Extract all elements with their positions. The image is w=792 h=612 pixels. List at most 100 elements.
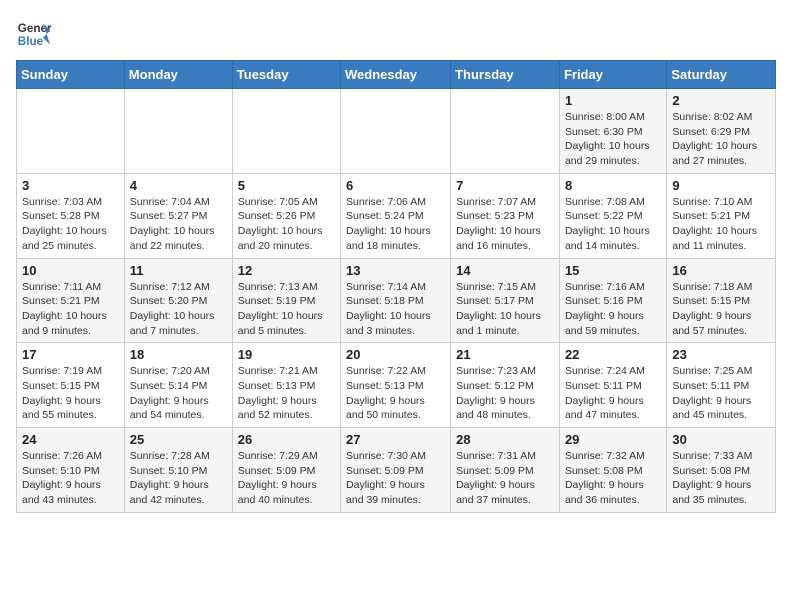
day-info: Sunrise: 7:33 AM Sunset: 5:08 PM Dayligh… (672, 449, 770, 508)
day-info: Sunrise: 7:28 AM Sunset: 5:10 PM Dayligh… (130, 449, 227, 508)
calendar-cell: 16 Sunrise: 7:18 AM Sunset: 5:15 PM Dayli… (667, 258, 776, 343)
calendar-cell: 25 Sunrise: 7:28 AM Sunset: 5:10 PM Dayli… (124, 428, 232, 513)
day-info: Sunrise: 7:05 AM Sunset: 5:26 PM Dayligh… (238, 195, 335, 254)
day-number: 8 (565, 178, 661, 193)
day-header-tuesday: Tuesday (232, 61, 340, 89)
calendar-week-row: 24 Sunrise: 7:26 AM Sunset: 5:10 PM Dayli… (17, 428, 776, 513)
day-number: 3 (22, 178, 119, 193)
day-info: Sunrise: 7:25 AM Sunset: 5:11 PM Dayligh… (672, 364, 770, 423)
day-info: Sunrise: 7:31 AM Sunset: 5:09 PM Dayligh… (456, 449, 554, 508)
day-info: Sunrise: 7:07 AM Sunset: 5:23 PM Dayligh… (456, 195, 554, 254)
day-number: 24 (22, 432, 119, 447)
day-info: Sunrise: 7:21 AM Sunset: 5:13 PM Dayligh… (238, 364, 335, 423)
day-number: 14 (456, 263, 554, 278)
day-number: 9 (672, 178, 770, 193)
calendar-cell: 5Sunrise: 7:05 AM Sunset: 5:26 PM Daylig… (232, 173, 340, 258)
day-number: 23 (672, 347, 770, 362)
calendar-week-row: 3 Sunrise: 7:03 AM Sunset: 5:28 PM Daylig… (17, 173, 776, 258)
day-info: Sunrise: 7:08 AM Sunset: 5:22 PM Dayligh… (565, 195, 661, 254)
day-number: 27 (346, 432, 445, 447)
day-info: Sunrise: 7:14 AM Sunset: 5:18 PM Dayligh… (346, 280, 445, 339)
day-number: 18 (130, 347, 227, 362)
calendar-cell (124, 89, 232, 174)
day-header-thursday: Thursday (451, 61, 560, 89)
day-info: Sunrise: 7:32 AM Sunset: 5:08 PM Dayligh… (565, 449, 661, 508)
day-number: 17 (22, 347, 119, 362)
calendar-cell (232, 89, 340, 174)
day-info: Sunrise: 7:20 AM Sunset: 5:14 PM Dayligh… (130, 364, 227, 423)
day-number: 2 (672, 93, 770, 108)
day-header-wednesday: Wednesday (341, 61, 451, 89)
day-info: Sunrise: 7:15 AM Sunset: 5:17 PM Dayligh… (456, 280, 554, 339)
day-header-friday: Friday (559, 61, 666, 89)
calendar-cell: 13 Sunrise: 7:14 AM Sunset: 5:18 PM Dayli… (341, 258, 451, 343)
day-info: Sunrise: 7:13 AM Sunset: 5:19 PM Dayligh… (238, 280, 335, 339)
day-info: Sunrise: 7:26 AM Sunset: 5:10 PM Dayligh… (22, 449, 119, 508)
header: General Blue (16, 16, 776, 52)
calendar-cell: 26Sunrise: 7:29 AM Sunset: 5:09 PM Dayli… (232, 428, 340, 513)
day-number: 20 (346, 347, 445, 362)
day-header-saturday: Saturday (667, 61, 776, 89)
calendar-cell: 4 Sunrise: 7:04 AM Sunset: 5:27 PM Daylig… (124, 173, 232, 258)
day-info: Sunrise: 7:12 AM Sunset: 5:20 PM Dayligh… (130, 280, 227, 339)
day-info: Sunrise: 7:30 AM Sunset: 5:09 PM Dayligh… (346, 449, 445, 508)
calendar-header-row: SundayMondayTuesdayWednesdayThursdayFrid… (17, 61, 776, 89)
logo-icon: General Blue (16, 16, 52, 52)
day-info: Sunrise: 7:24 AM Sunset: 5:11 PM Dayligh… (565, 364, 661, 423)
calendar-cell: 21 Sunrise: 7:23 AM Sunset: 5:12 PM Dayli… (451, 343, 560, 428)
day-number: 19 (238, 347, 335, 362)
day-number: 16 (672, 263, 770, 278)
day-info: Sunrise: 7:18 AM Sunset: 5:15 PM Dayligh… (672, 280, 770, 339)
day-info: Sunrise: 8:02 AM Sunset: 6:29 PM Dayligh… (672, 110, 770, 169)
day-number: 26 (238, 432, 335, 447)
calendar-cell (17, 89, 125, 174)
day-header-monday: Monday (124, 61, 232, 89)
day-info: Sunrise: 7:23 AM Sunset: 5:12 PM Dayligh… (456, 364, 554, 423)
calendar-week-row: 10Sunrise: 7:11 AM Sunset: 5:21 PM Dayli… (17, 258, 776, 343)
day-info: Sunrise: 7:06 AM Sunset: 5:24 PM Dayligh… (346, 195, 445, 254)
day-info: Sunrise: 7:04 AM Sunset: 5:27 PM Dayligh… (130, 195, 227, 254)
calendar-cell: 2 Sunrise: 8:02 AM Sunset: 6:29 PM Daylig… (667, 89, 776, 174)
calendar-week-row: 1Sunrise: 8:00 AM Sunset: 6:30 PM Daylig… (17, 89, 776, 174)
calendar-cell: 27 Sunrise: 7:30 AM Sunset: 5:09 PM Dayli… (341, 428, 451, 513)
day-number: 12 (238, 263, 335, 278)
calendar-cell: 24 Sunrise: 7:26 AM Sunset: 5:10 PM Dayli… (17, 428, 125, 513)
day-number: 6 (346, 178, 445, 193)
day-number: 15 (565, 263, 661, 278)
svg-text:Blue: Blue (18, 35, 44, 48)
calendar-cell: 18 Sunrise: 7:20 AM Sunset: 5:14 PM Dayli… (124, 343, 232, 428)
calendar-cell: 8 Sunrise: 7:08 AM Sunset: 5:22 PM Daylig… (559, 173, 666, 258)
day-number: 22 (565, 347, 661, 362)
calendar-cell: 12 Sunrise: 7:13 AM Sunset: 5:19 PM Dayli… (232, 258, 340, 343)
day-number: 21 (456, 347, 554, 362)
calendar-cell: 20Sunrise: 7:22 AM Sunset: 5:13 PM Dayli… (341, 343, 451, 428)
calendar-cell: 10Sunrise: 7:11 AM Sunset: 5:21 PM Dayli… (17, 258, 125, 343)
day-info: Sunrise: 7:16 AM Sunset: 5:16 PM Dayligh… (565, 280, 661, 339)
day-number: 30 (672, 432, 770, 447)
calendar-cell: 9Sunrise: 7:10 AM Sunset: 5:21 PM Daylig… (667, 173, 776, 258)
logo: General Blue (16, 16, 56, 52)
day-number: 29 (565, 432, 661, 447)
calendar-cell: 28 Sunrise: 7:31 AM Sunset: 5:09 PM Dayli… (451, 428, 560, 513)
calendar-cell: 22 Sunrise: 7:24 AM Sunset: 5:11 PM Dayli… (559, 343, 666, 428)
day-info: Sunrise: 7:11 AM Sunset: 5:21 PM Dayligh… (22, 280, 119, 339)
day-number: 4 (130, 178, 227, 193)
calendar-cell: 14 Sunrise: 7:15 AM Sunset: 5:17 PM Dayli… (451, 258, 560, 343)
calendar-week-row: 17Sunrise: 7:19 AM Sunset: 5:15 PM Dayli… (17, 343, 776, 428)
calendar-cell: 19 Sunrise: 7:21 AM Sunset: 5:13 PM Dayli… (232, 343, 340, 428)
calendar-cell (341, 89, 451, 174)
calendar-cell: 11 Sunrise: 7:12 AM Sunset: 5:20 PM Dayli… (124, 258, 232, 343)
calendar-cell: 6 Sunrise: 7:06 AM Sunset: 5:24 PM Daylig… (341, 173, 451, 258)
calendar-cell: 15 Sunrise: 7:16 AM Sunset: 5:16 PM Dayli… (559, 258, 666, 343)
day-number: 13 (346, 263, 445, 278)
calendar-cell: 7 Sunrise: 7:07 AM Sunset: 5:23 PM Daylig… (451, 173, 560, 258)
calendar-cell: 1Sunrise: 8:00 AM Sunset: 6:30 PM Daylig… (559, 89, 666, 174)
day-number: 7 (456, 178, 554, 193)
day-number: 28 (456, 432, 554, 447)
day-info: Sunrise: 7:03 AM Sunset: 5:28 PM Dayligh… (22, 195, 119, 254)
calendar-cell: 3 Sunrise: 7:03 AM Sunset: 5:28 PM Daylig… (17, 173, 125, 258)
calendar-cell: 30 Sunrise: 7:33 AM Sunset: 5:08 PM Dayli… (667, 428, 776, 513)
day-number: 25 (130, 432, 227, 447)
day-number: 11 (130, 263, 227, 278)
day-number: 1 (565, 93, 661, 108)
